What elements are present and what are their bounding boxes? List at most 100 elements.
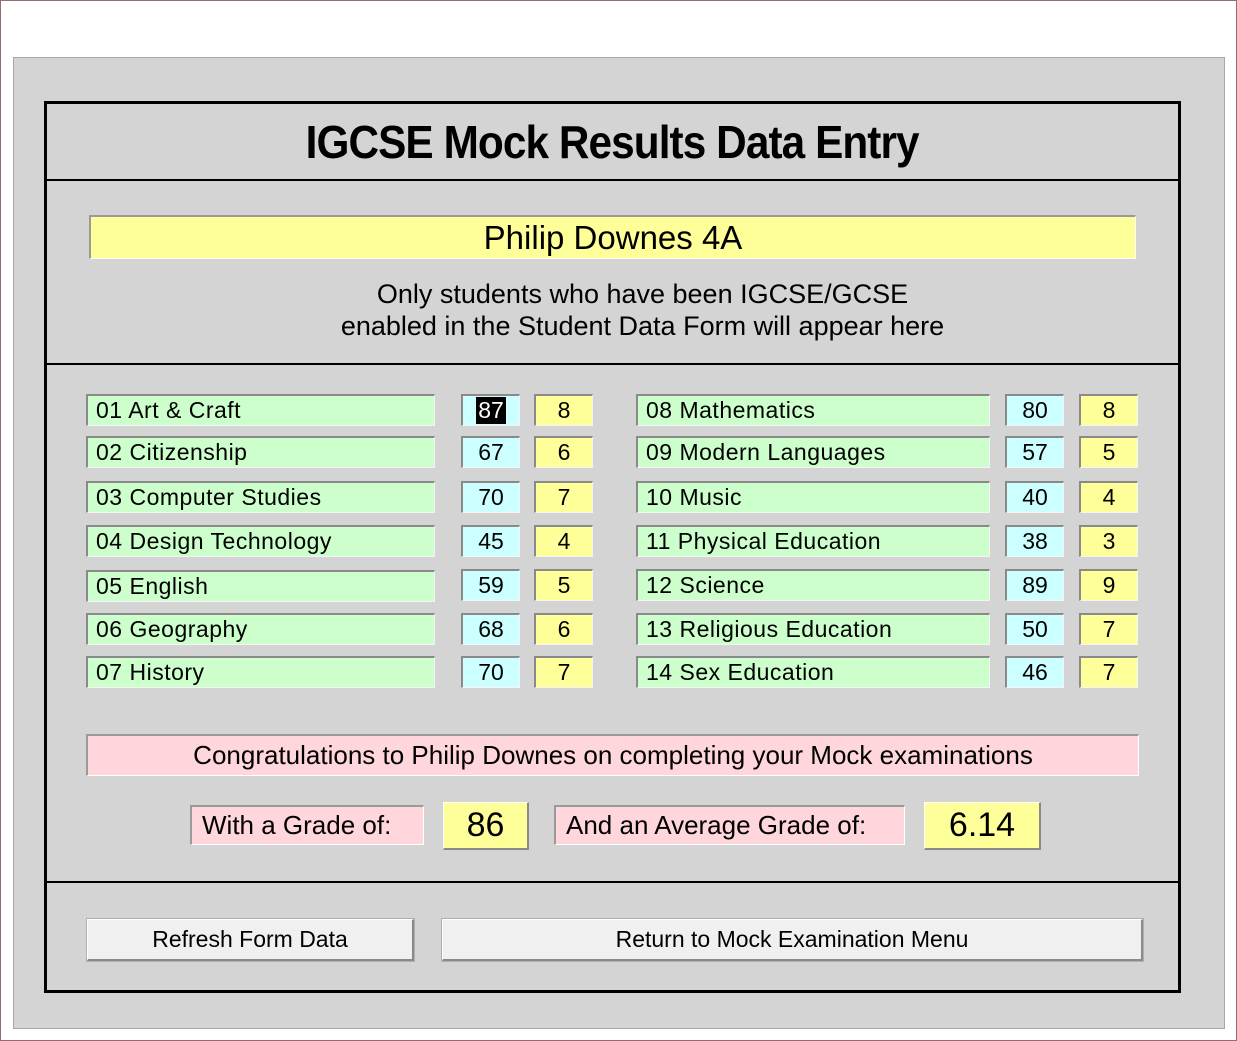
grade-field[interactable]: 7 — [1079, 656, 1138, 688]
subject-name-field: 03 Computer Studies — [86, 481, 435, 513]
grade-label-text: With a Grade of: — [202, 810, 392, 840]
subject-name-field: 07 History — [86, 656, 435, 688]
subject-name-field: 01 Art & Craft — [86, 394, 435, 426]
mark-input[interactable]: 68 — [461, 613, 520, 645]
grade-field[interactable]: 4 — [1079, 481, 1138, 513]
subject-name: 11 Physical Education — [646, 528, 882, 554]
subject-name-field: 11 Physical Education — [636, 525, 990, 557]
grade-value: 8 — [557, 397, 571, 423]
mark-value: 68 — [478, 616, 504, 642]
average-grade-text: 6.14 — [948, 806, 1016, 844]
congratulations-banner: Congratulations to Philip Downes on comp… — [86, 734, 1139, 776]
enabled-note: Only students who have been IGCSE/GCSE e… — [47, 278, 1178, 342]
average-grade-value: 6.14 — [924, 802, 1041, 850]
grade-value: 4 — [557, 528, 571, 554]
mark-value: 59 — [478, 572, 504, 598]
subject-name-field: 04 Design Technology — [86, 525, 435, 557]
student-name-text: Philip Downes 4A — [483, 218, 743, 256]
grade-label: With a Grade of: — [190, 805, 424, 845]
subject-name-field: 06 Geography — [86, 613, 435, 645]
mark-value: 70 — [478, 484, 504, 510]
grade-value: 5 — [1102, 439, 1116, 465]
subject-name-field: 09 Modern Languages — [636, 436, 990, 468]
footer-divider — [44, 881, 1181, 883]
mark-value: 67 — [478, 439, 504, 465]
grade-field[interactable]: 5 — [1079, 436, 1138, 468]
refresh-form-button[interactable]: Refresh Form Data — [86, 918, 415, 962]
mark-input[interactable]: 40 — [1005, 481, 1064, 513]
student-header: Philip Downes 4A Only students who have … — [47, 181, 1178, 365]
student-name-field: Philip Downes 4A — [89, 215, 1136, 259]
mark-value: 45 — [478, 528, 504, 554]
mark-input[interactable]: 59 — [461, 569, 520, 601]
grade-value: 7 — [557, 484, 571, 510]
grade-field[interactable]: 9 — [1079, 569, 1138, 601]
subject-name: 06 Geography — [96, 616, 248, 642]
grade-field[interactable]: 4 — [534, 525, 593, 557]
mark-value: 50 — [1022, 616, 1048, 642]
mark-input[interactable]: 80 — [1005, 394, 1064, 426]
grade-value: 3 — [1102, 528, 1116, 554]
subject-name-field: 13 Religious Education — [636, 613, 990, 645]
subject-name: 08 Mathematics — [646, 397, 816, 423]
grade-value: 7 — [1102, 659, 1116, 685]
average-grade-label-text: And an Average Grade of: — [566, 810, 867, 840]
mark-value: 87 — [476, 397, 506, 424]
grade-field[interactable]: 8 — [1079, 394, 1138, 426]
subject-name: 13 Religious Education — [646, 616, 893, 642]
grade-value: 9 — [1102, 572, 1116, 598]
grade-field[interactable]: 8 — [534, 394, 593, 426]
mark-input[interactable]: 67 — [461, 436, 520, 468]
subject-name: 04 Design Technology — [96, 528, 332, 554]
return-to-menu-label: Return to Mock Examination Menu — [615, 926, 969, 952]
mark-value: 38 — [1022, 528, 1048, 554]
mark-value: 40 — [1022, 484, 1048, 510]
grade-value: 8 — [1102, 397, 1116, 423]
refresh-form-label: Refresh Form Data — [152, 926, 348, 952]
subject-name: 07 History — [96, 659, 205, 685]
subject-name: 09 Modern Languages — [646, 439, 886, 465]
subject-name-field: 02 Citizenship — [86, 436, 435, 468]
mark-input[interactable]: 46 — [1005, 656, 1064, 688]
note-line-1: Only students who have been IGCSE/GCSE — [376, 279, 909, 309]
grade-field[interactable]: 3 — [1079, 525, 1138, 557]
grade-field[interactable]: 7 — [1079, 613, 1138, 645]
title-bar: IGCSE Mock Results Data Entry — [47, 104, 1178, 181]
subject-name: 10 Music — [646, 484, 743, 510]
grade-field[interactable]: 7 — [534, 481, 593, 513]
grade-field[interactable]: 6 — [534, 613, 593, 645]
subject-name-field: 05 English — [86, 570, 435, 602]
subject-name-field: 12 Science — [636, 569, 990, 601]
form-title: IGCSE Mock Results Data Entry — [305, 115, 920, 168]
mark-value: 46 — [1022, 659, 1048, 685]
subject-name: 05 English — [96, 573, 209, 599]
mark-input[interactable]: 57 — [1005, 436, 1064, 468]
subject-name: 01 Art & Craft — [96, 397, 242, 423]
grade-value: 6 — [557, 439, 571, 465]
mark-input[interactable]: 87 — [461, 394, 520, 426]
subject-name: 12 Science — [646, 572, 765, 598]
grade-field[interactable]: 6 — [534, 436, 593, 468]
mark-input[interactable]: 38 — [1005, 525, 1064, 557]
mark-value: 89 — [1022, 572, 1048, 598]
subject-name-field: 08 Mathematics — [636, 394, 990, 426]
mark-input[interactable]: 50 — [1005, 613, 1064, 645]
subject-name: 03 Computer Studies — [96, 484, 322, 510]
grade-field[interactable]: 5 — [534, 569, 593, 601]
mark-value: 70 — [478, 659, 504, 685]
mark-input[interactable]: 45 — [461, 525, 520, 557]
return-to-menu-button[interactable]: Return to Mock Examination Menu — [441, 918, 1144, 962]
mark-value: 80 — [1022, 397, 1048, 423]
mark-input[interactable]: 89 — [1005, 569, 1064, 601]
mark-value: 57 — [1022, 439, 1048, 465]
subject-name-field: 14 Sex Education — [636, 656, 990, 688]
grade-value: 6 — [557, 616, 571, 642]
mark-input[interactable]: 70 — [461, 481, 520, 513]
grade-field[interactable]: 7 — [534, 656, 593, 688]
grade-value: 4 — [1102, 484, 1116, 510]
grade-value: 5 — [557, 572, 571, 598]
mark-input[interactable]: 70 — [461, 656, 520, 688]
form-window: IGCSE Mock Results Data Entry Philip Dow… — [0, 0, 1237, 1041]
subject-name: 14 Sex Education — [646, 659, 835, 685]
subject-name: 02 Citizenship — [96, 439, 248, 465]
